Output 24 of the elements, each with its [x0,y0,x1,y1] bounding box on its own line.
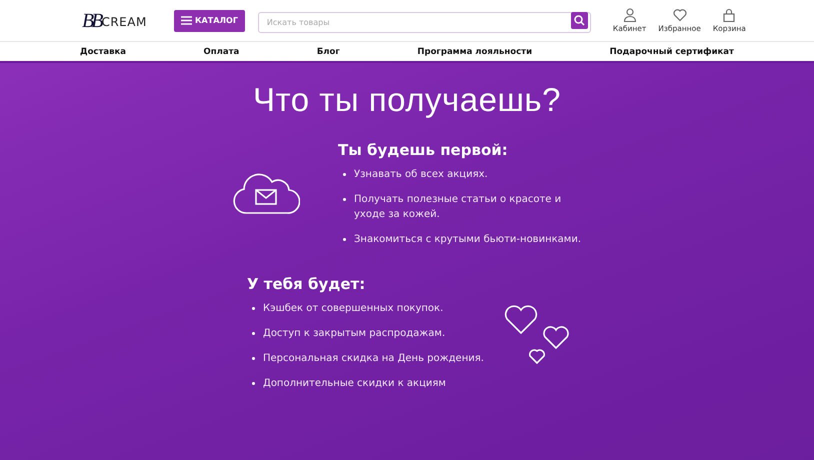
nav-link[interactable]: Блог [316,46,340,56]
benefit-text: Получать полезные статьи о красоте и уходе за кожей. [354,193,562,222]
user-icon [622,8,637,22]
search-field[interactable]: Искать товары [258,12,591,33]
section-heading: Ты будешь первой: [338,141,509,159]
benefit-text: Узнавать об всех акциях. [354,168,488,182]
benefit-text: Дополнительные скидки к акциям [263,377,446,391]
nav-link[interactable]: Подарочный сертификат [610,46,734,56]
benefit-text: Кэшбек от совершенных покупок. [263,302,444,316]
brand-logo[interactable]: BBCREAM [82,10,168,30]
nav-link[interactable]: Программа лояльности [417,46,532,56]
bag-icon [722,8,736,22]
catalog-button[interactable]: КАТАЛОГ [174,10,245,32]
banner-title: Что ты получаешь? [252,81,562,119]
benefit-text: Доступ к закрытым распродажам. [263,327,446,341]
nav-link[interactable]: Доставка [80,46,126,56]
section-heading: У тебя будет: [247,275,366,293]
menu-icon [181,16,192,25]
heart-icon [672,8,687,22]
benefit-text: Персональная скидка на День рождения. [263,352,484,366]
nav-link[interactable]: Оплата [204,46,240,56]
benefit-text: Знакомиться с крутыми бьюти-новинками. [354,233,582,247]
cloud-envelope-icon [232,173,300,215]
search-button[interactable] [570,12,588,29]
